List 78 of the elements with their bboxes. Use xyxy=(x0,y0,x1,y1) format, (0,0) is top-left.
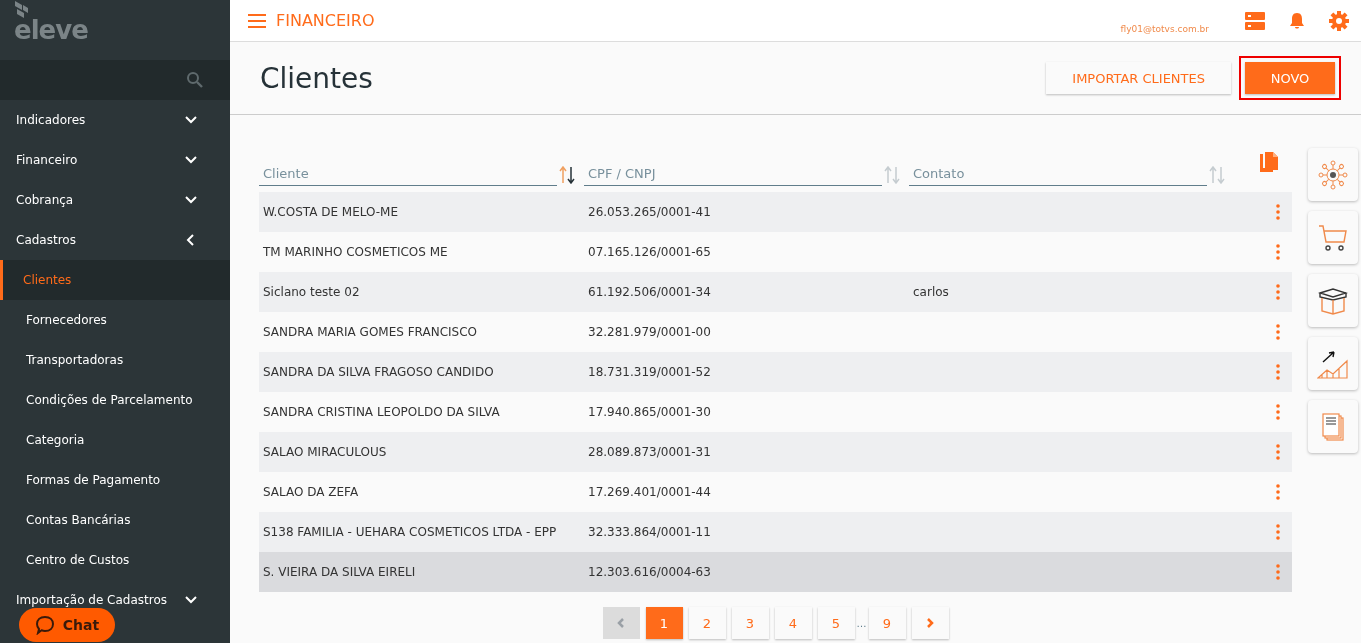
settings-icon[interactable] xyxy=(1329,10,1349,31)
table-row[interactable]: SALAO MIRACULOUS 28.089.873/0001-31 xyxy=(259,432,1292,472)
sidebar-item[interactable]: Condições de Parcelamento xyxy=(0,380,230,420)
more-options-icon[interactable] xyxy=(1276,324,1280,340)
copy-icon[interactable] xyxy=(1260,152,1278,172)
search-field[interactable] xyxy=(0,60,230,100)
table-row[interactable]: S138 FAMILIA - UEHARA COSMETICOS LTDA - EPP 32.333.864/0001-11 xyxy=(259,512,1292,552)
menu-group[interactable]: Cobrança xyxy=(16,193,74,207)
menu-group[interactable]: Cadastros xyxy=(16,233,76,247)
table-cell-text: 32.333.864/0001-11 xyxy=(588,525,712,539)
module-title: FINANCEIRO xyxy=(276,11,375,30)
table-cell-text: 28.089.873/0001-31 xyxy=(588,445,712,459)
more-options-icon[interactable] xyxy=(1276,364,1280,380)
more-options-icon[interactable] xyxy=(1276,284,1280,300)
notification-icon[interactable] xyxy=(1289,11,1305,30)
table-cell: carlos xyxy=(913,285,949,299)
sidebar-item[interactable]: Formas de Pagamento xyxy=(0,460,230,500)
more-options-icon[interactable] xyxy=(1276,244,1280,260)
speech-bubble-icon xyxy=(34,615,55,635)
next-page-button[interactable] xyxy=(911,607,949,639)
menu-group[interactable]: Indicadores xyxy=(16,113,86,127)
table-cell-text: SALAO MIRACULOUS xyxy=(263,445,388,459)
sidebar-item[interactable]: Clientes xyxy=(0,260,230,300)
logo: eleve xyxy=(14,15,88,45)
sidebar-item[interactable]: Transportadoras xyxy=(0,340,230,380)
page-title: Clientes xyxy=(260,61,373,95)
table-cell-text: SANDRA DA SILVA FRAGOSO CANDIDO xyxy=(263,365,495,379)
table-cell-text: 12.303.616/0004-63 xyxy=(588,565,712,579)
ellipsis: … xyxy=(856,617,867,629)
server-icon[interactable] xyxy=(1245,11,1265,30)
table-row[interactable]: SANDRA DA SILVA FRAGOSO CANDIDO 18.731.319/0001-52 xyxy=(259,352,1292,392)
table-cell-text: SANDRA CRISTINA LEOPOLDO DA SILVA xyxy=(263,405,501,419)
table-row[interactable]: SANDRA CRISTINA LEOPOLDO DA SILVA 17.940.865/0001-30 xyxy=(259,392,1292,432)
table-row[interactable]: Siclano teste 02 61.192.506/0001-34 carlos xyxy=(259,272,1292,312)
table-cell-text: S138 FAMILIA - UEHARA COSMETICOS LTDA - EPP xyxy=(263,525,558,539)
shortcut-button[interactable] xyxy=(1308,274,1358,327)
cart-icon xyxy=(1318,223,1348,252)
growth-chart-icon xyxy=(1317,348,1349,379)
menu-group[interactable]: Importação de Cadastros xyxy=(16,593,168,607)
table-cell-text: 07.165.126/0001-65 xyxy=(588,245,712,259)
documents-icon xyxy=(1321,411,1345,442)
table-cell-text: W.COSTA DE MELO-ME xyxy=(263,205,400,219)
table-row[interactable]: TM MARINHO COSMETICOS ME 07.165.126/0001-65 xyxy=(259,232,1292,272)
more-options-icon[interactable] xyxy=(1276,564,1280,580)
more-options-icon[interactable] xyxy=(1276,524,1280,540)
table-cell-text: TM MARINHO COSMETICOS ME xyxy=(263,245,449,259)
more-options-icon[interactable] xyxy=(1276,444,1280,460)
sort-icon[interactable] xyxy=(559,166,575,184)
sidebar-item[interactable]: Categoria xyxy=(0,420,230,460)
table-cell-text: 26.053.265/0001-41 xyxy=(588,205,712,219)
table-row[interactable]: SALAO DA ZEFA 17.269.401/0001-44 xyxy=(259,472,1292,512)
table-cell-text: S. VIEIRA DA SILVA EIRELI xyxy=(263,565,417,579)
table-cell-text: 18.731.319/0001-52 xyxy=(588,365,712,379)
search-icon xyxy=(186,71,204,89)
more-options-icon[interactable] xyxy=(1276,404,1280,420)
box-icon xyxy=(1318,286,1348,315)
table-cell-text: 32.281.979/0001-00 xyxy=(588,325,712,339)
menu-group[interactable]: Financeiro xyxy=(16,153,78,167)
sidebar-item[interactable]: Fornecedores xyxy=(0,300,230,340)
table-cell-text: 61.192.506/0001-34 xyxy=(588,285,712,299)
table-cell-text: 17.269.401/0001-44 xyxy=(588,485,712,499)
table-row[interactable]: SANDRA MARIA GOMES FRANCISCO 32.281.979/0001-00 xyxy=(259,312,1292,352)
chevron-right-icon xyxy=(926,618,934,628)
table-cell-text: SANDRA MARIA GOMES FRANCISCO xyxy=(263,325,478,339)
chevron-left-icon xyxy=(617,618,625,628)
more-options-icon[interactable] xyxy=(1276,204,1280,220)
table-cell-text: Siclano teste 02 xyxy=(263,285,361,299)
chat-button[interactable]: Chat xyxy=(19,608,115,642)
table-cell-text: 17.940.865/0001-30 xyxy=(588,405,712,419)
more-options-icon[interactable] xyxy=(1276,484,1280,500)
table-cell-text: SALAO DA ZEFA xyxy=(263,485,360,499)
table-row[interactable]: W.COSTA DE MELO-ME 26.053.265/0001-41 xyxy=(259,192,1292,232)
network-icon xyxy=(1318,159,1348,190)
user-email: fly01@totvs.com.br xyxy=(1120,23,1209,34)
sidebar-item[interactable]: Centro de Custos xyxy=(0,540,230,580)
sidebar-item[interactable]: Contas Bancárias xyxy=(0,500,230,540)
table-row[interactable]: S. VIEIRA DA SILVA EIRELI 12.303.616/0004-63 xyxy=(259,552,1292,592)
menu-icon[interactable] xyxy=(248,13,266,28)
